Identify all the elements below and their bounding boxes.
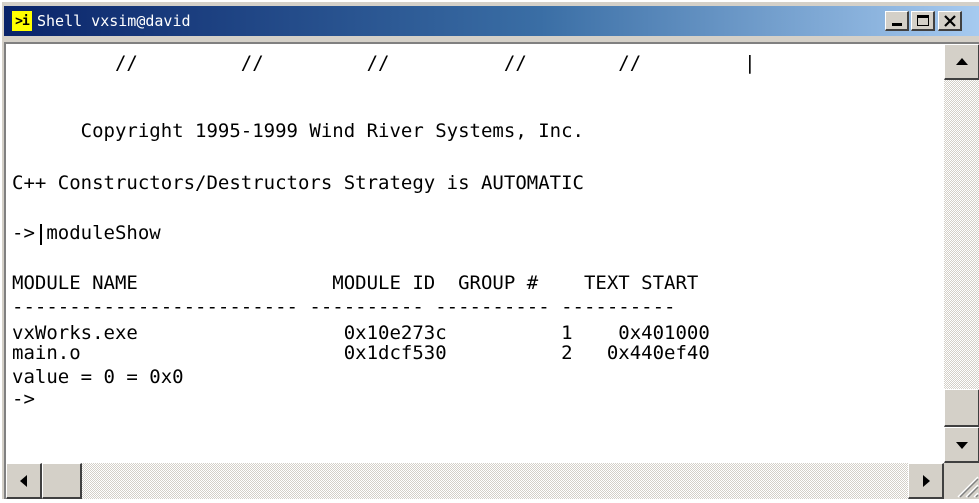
- scroll-up-button[interactable]: [944, 44, 979, 80]
- terminal-line: // // // // // |: [12, 52, 756, 74]
- title-bar[interactable]: >i Shell vxsim@david: [4, 6, 979, 36]
- window-title: Shell vxsim@david: [37, 12, 191, 30]
- down-arrow-icon: [945, 428, 979, 462]
- text-cursor: [40, 224, 42, 245]
- minimize-button[interactable]: [885, 11, 909, 31]
- table-row: vxWorks.exe 0x10e273c 1 0x401000: [12, 322, 710, 344]
- maximize-icon: [917, 15, 929, 26]
- resize-grip-icon: [957, 476, 979, 498]
- close-button[interactable]: [938, 11, 962, 31]
- vertical-scrollbar[interactable]: [944, 44, 979, 463]
- terminal-line: C++ Constructors/Destructors Strategy is…: [12, 172, 584, 194]
- shell-window: >i Shell vxsim@david // // // // // | Co…: [0, 0, 979, 499]
- right-arrow-icon: [909, 464, 943, 498]
- table-header: MODULE NAME MODULE ID GROUP # TEXT START: [12, 272, 699, 294]
- terminal-line: Copyright 1995-1999 Wind River Systems, …: [12, 120, 584, 142]
- scroll-down-button[interactable]: [944, 427, 979, 463]
- table-divider: ------------------------- ---------- ---…: [12, 296, 676, 318]
- minimize-icon: [892, 23, 902, 26]
- prompt-line: ->: [12, 388, 35, 410]
- horizontal-scroll-thumb[interactable]: [42, 463, 82, 499]
- size-grip[interactable]: [944, 463, 979, 499]
- close-icon: [939, 12, 961, 30]
- scroll-right-button[interactable]: [908, 463, 944, 499]
- client-area: // // // // // | Copyright 1995-1999 Win…: [4, 42, 979, 499]
- scroll-left-button[interactable]: [6, 463, 42, 499]
- command-line: -> moduleShow: [12, 222, 161, 244]
- maximize-button[interactable]: [911, 11, 935, 31]
- up-arrow-icon: [945, 45, 979, 79]
- shell-terminal-icon[interactable]: >i: [12, 11, 32, 31]
- left-arrow-icon: [7, 464, 41, 498]
- horizontal-scrollbar[interactable]: [6, 463, 944, 499]
- terminal-output[interactable]: // // // // // | Copyright 1995-1999 Win…: [6, 44, 944, 463]
- table-row: main.o 0x1dcf530 2 0x440ef40: [12, 342, 710, 364]
- terminal-line: value = 0 = 0x0: [12, 366, 184, 388]
- vertical-scroll-thumb[interactable]: [944, 389, 979, 427]
